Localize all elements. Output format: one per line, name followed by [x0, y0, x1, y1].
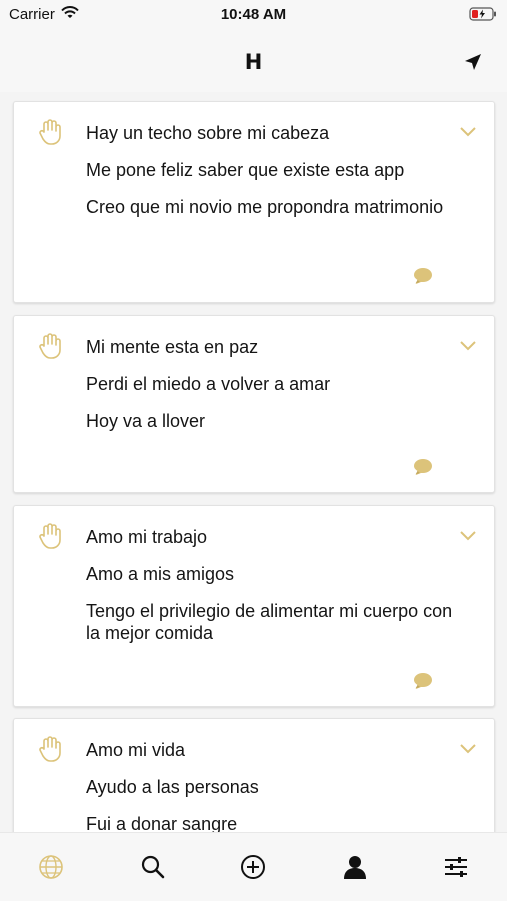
- card-line: Hay un techo sobre mi cabeza: [86, 123, 330, 143]
- add-icon[interactable]: [239, 853, 269, 883]
- card-line: Amo a mis amigos: [86, 564, 235, 584]
- battery-icon: [469, 7, 497, 26]
- comment-icon[interactable]: [413, 672, 433, 695]
- card-line: Mi mente esta en paz: [86, 337, 259, 357]
- globe-icon[interactable]: [37, 853, 67, 883]
- gratitude-card: Amo mi vida Ayudo a las personas Fui a d…: [13, 718, 495, 832]
- chevron-down-icon[interactable]: [460, 338, 476, 356]
- card-line: Perdi el miedo a volver a amar: [86, 374, 331, 394]
- gratitude-card: Amo mi trabajo Amo a mis amigos Tengo el…: [13, 505, 495, 707]
- card-line: Amo mi trabajo: [86, 527, 208, 547]
- card-line: Tengo el privilegio de alimentar mi cuer…: [86, 601, 453, 643]
- card-lines: Hay un techo sobre mi cabeza Me pone fel…: [86, 122, 454, 233]
- hand-icon: [38, 332, 64, 365]
- profile-icon[interactable]: [341, 853, 371, 883]
- card-line: Creo que mi novio me propondra matrimoni…: [86, 197, 444, 217]
- chevron-down-icon[interactable]: [460, 741, 476, 759]
- nav-bar: H: [0, 28, 507, 92]
- card-line: Me pone feliz saber que existe esta app: [86, 160, 405, 180]
- gratitude-card: Mi mente esta en paz Perdi el miedo a vo…: [13, 315, 495, 493]
- card-line: Ayudo a las personas: [86, 777, 259, 797]
- card-line: Hoy va a llover: [86, 411, 206, 431]
- app-logo: H: [244, 50, 263, 74]
- status-bar: Carrier 10:48 AM: [0, 0, 507, 28]
- search-icon[interactable]: [139, 853, 169, 883]
- hand-icon: [38, 735, 64, 768]
- comment-icon[interactable]: [413, 458, 433, 481]
- hand-icon: [38, 118, 64, 151]
- card-lines: Amo mi trabajo Amo a mis amigos Tengo el…: [86, 526, 454, 659]
- feed[interactable]: Hay un techo sobre mi cabeza Me pone fel…: [0, 92, 507, 832]
- card-lines: Mi mente esta en paz Perdi el miedo a vo…: [86, 336, 454, 447]
- chevron-down-icon[interactable]: [460, 528, 476, 546]
- card-lines: Amo mi vida Ayudo a las personas Fui a d…: [86, 739, 454, 832]
- tab-bar: [0, 832, 507, 901]
- chevron-down-icon[interactable]: [460, 124, 476, 142]
- card-line: Fui a donar sangre: [86, 814, 238, 832]
- send-icon[interactable]: [463, 52, 483, 77]
- comment-icon[interactable]: [413, 267, 433, 290]
- settings-sliders-icon[interactable]: [442, 853, 472, 883]
- clock: 10:48 AM: [220, 6, 287, 23]
- gratitude-card: Hay un techo sobre mi cabeza Me pone fel…: [13, 101, 495, 303]
- card-line: Amo mi vida: [86, 740, 186, 760]
- hand-icon: [38, 522, 64, 555]
